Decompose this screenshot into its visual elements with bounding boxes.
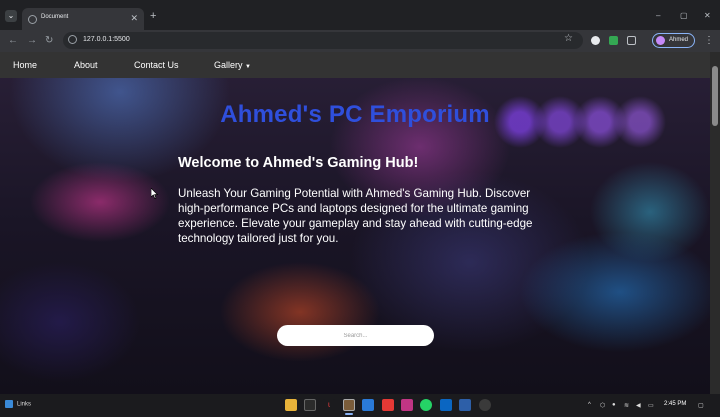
site-brand-title: Ahmed's PC Emporium (220, 101, 490, 128)
caret-down-icon: ▼ (245, 64, 251, 70)
tab-strip: ⌄ Document ✕ + – ▢ ✕ (0, 0, 720, 30)
instagram-icon[interactable] (401, 399, 413, 411)
browser-toolbar: ← → ↻ 127.0.0.1:5500 ☆ (0, 30, 720, 52)
taskbar-clock[interactable]: 2:45 PM (664, 401, 686, 407)
tray-icon[interactable]: ⬡ (600, 402, 605, 409)
browser-window: ⌄ Document ✕ + – ▢ ✕ ← → ↻ 127.0.0.1:550… (0, 0, 720, 417)
site-info-icon[interactable] (68, 35, 77, 44)
browser-tab[interactable]: Document ✕ (22, 8, 144, 30)
url-text[interactable]: 127.0.0.1:5500 (83, 36, 130, 43)
vscode-icon[interactable] (362, 399, 374, 411)
search-input[interactable] (277, 325, 434, 346)
close-tab-icon[interactable]: ✕ (130, 13, 138, 24)
intro-paragraph: Unleash Your Gaming Potential with Ahmed… (178, 187, 533, 245)
chrome-icon[interactable] (343, 399, 355, 411)
tray-chevron-icon[interactable]: ^ (588, 402, 591, 408)
app-icon-3[interactable] (479, 399, 491, 411)
tab-list-icon[interactable]: ⌄ (5, 10, 17, 22)
forward-icon[interactable]: → (27, 35, 37, 46)
back-icon[interactable]: ← (8, 35, 18, 46)
bookmark-star-icon[interactable]: ☆ (564, 33, 573, 44)
close-window-icon[interactable]: ✕ (704, 11, 711, 20)
extensions-icon[interactable] (627, 36, 636, 45)
app-icon-2[interactable] (459, 399, 471, 411)
tab-title: Document (41, 14, 69, 20)
web-page: Home About Contact Us Gallery ▼ Ahmed's … (0, 52, 710, 394)
profile-name: Ahmed (669, 37, 689, 43)
profile-button[interactable]: Ahmed (652, 33, 695, 48)
welcome-heading: Welcome to Ahmed's Gaming Hub! (178, 155, 419, 171)
file-explorer-icon[interactable] (285, 399, 297, 411)
extension-icon[interactable] (609, 36, 618, 45)
globe-icon (28, 15, 37, 24)
new-tab-icon[interactable]: + (150, 10, 156, 22)
shield-extension-icon[interactable] (591, 36, 600, 45)
wifi-icon[interactable]: ≋ (624, 402, 629, 409)
widget-label: Links (17, 401, 32, 408)
volume-icon[interactable]: ◀ (636, 402, 641, 409)
linkedin-icon[interactable] (440, 399, 452, 411)
address-bar[interactable]: 127.0.0.1:5500 ☆ (63, 32, 583, 49)
scrollbar-thumb[interactable] (712, 66, 718, 126)
maximize-icon[interactable]: ▢ (680, 11, 688, 20)
avatar (656, 36, 665, 45)
nav-home[interactable]: Home (13, 60, 37, 70)
site-navbar: Home About Contact Us Gallery ▼ (0, 52, 710, 78)
taskbar: Links ɩ ^ ⬡ ● ≋ ◀ ▭ 2:45 PM ▢ (0, 394, 720, 417)
nav-gallery[interactable]: Gallery ▼ (214, 60, 251, 70)
reload-icon[interactable]: ↻ (45, 35, 53, 46)
youtube-icon[interactable] (382, 399, 394, 411)
nav-about[interactable]: About (74, 60, 98, 70)
notifications-icon[interactable]: ▢ (698, 402, 704, 409)
terminal-icon[interactable] (304, 399, 316, 411)
widget-icon (5, 400, 13, 408)
menu-icon[interactable]: ⋮ (704, 35, 714, 46)
battery-icon[interactable]: ▭ (648, 402, 654, 409)
nav-contact[interactable]: Contact Us (134, 60, 179, 70)
nav-gallery-label: Gallery (214, 60, 243, 70)
active-app-indicator (345, 413, 353, 415)
minimize-icon[interactable]: – (656, 11, 660, 20)
tray-icon-2[interactable]: ● (612, 402, 616, 408)
app-icon[interactable]: ɩ (323, 399, 335, 411)
taskbar-widget[interactable]: Links (5, 400, 31, 408)
whatsapp-icon[interactable] (420, 399, 432, 411)
page-scrollbar[interactable] (710, 52, 720, 394)
